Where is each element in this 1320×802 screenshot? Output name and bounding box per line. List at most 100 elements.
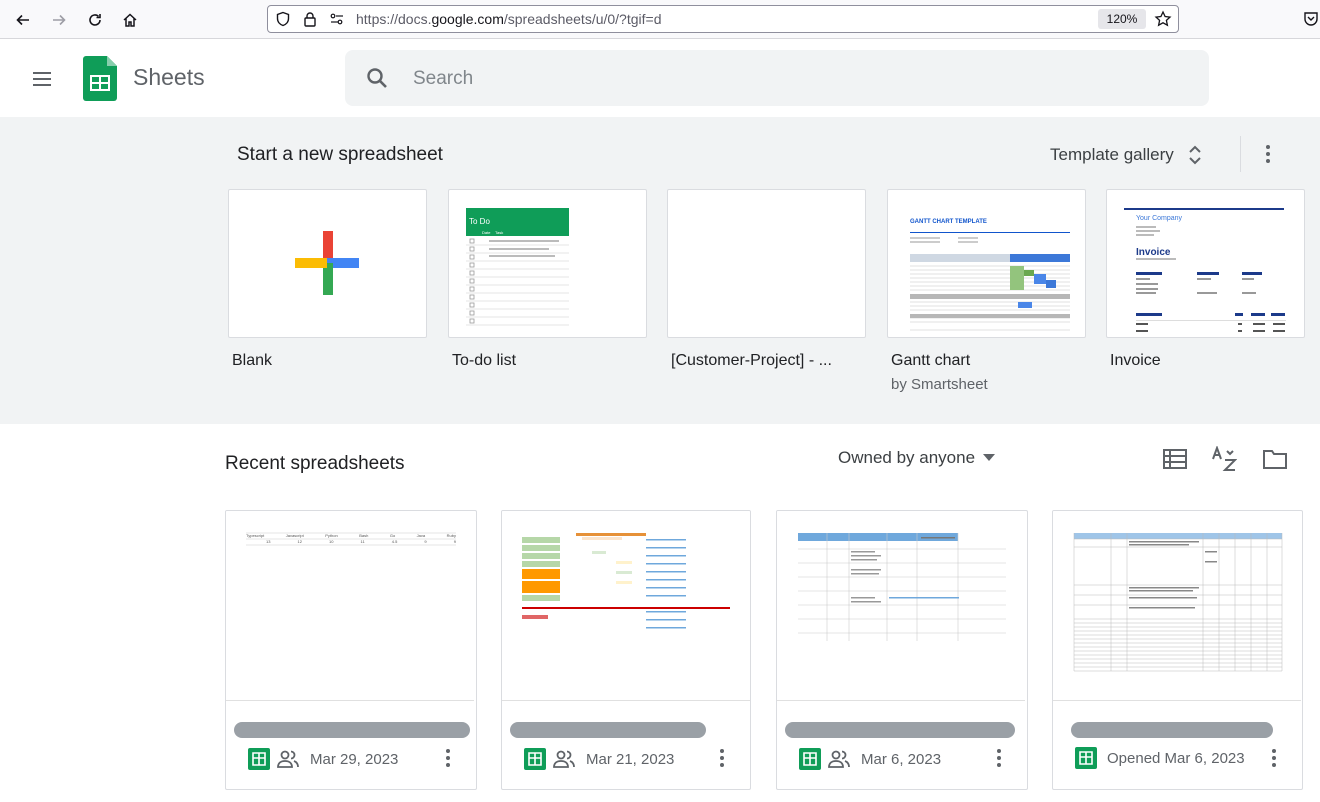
todo-thumbnail-image	[466, 208, 569, 336]
template-gallery-button[interactable]: Template gallery	[1050, 143, 1204, 167]
todo-thumb-title: To Do	[469, 217, 490, 226]
more-vert-icon[interactable]	[987, 746, 1011, 770]
template-card-todo[interactable]: To Do Date Task To-do list	[448, 189, 647, 370]
invoice-thumb-company: Your Company	[1136, 215, 1183, 222]
address-bar[interactable]: https://docs.google.com/spreadsheets/u/0…	[267, 5, 1179, 33]
doc-title-redacted	[1071, 722, 1273, 738]
template-thumbnail[interactable]: To Do Date Task	[448, 189, 647, 338]
bookmark-star-icon[interactable]	[1154, 10, 1172, 28]
doc-card[interactable]: Opened Mar 6, 2023	[1052, 510, 1303, 790]
shared-people-icon	[277, 750, 299, 768]
doc-thumbnail[interactable]	[502, 511, 750, 701]
owner-filter-dropdown[interactable]: Owned by anyone	[838, 448, 996, 468]
main-menu-icon[interactable]	[30, 67, 54, 91]
doc-date: Mar 29, 2023	[310, 750, 399, 768]
doc-thumbnail[interactable]	[777, 511, 1025, 701]
template-thumbnail[interactable]: GANTT CHART TEMPLATE	[887, 189, 1086, 338]
gantt-thumb-title: GANTT CHART TEMPLATE	[910, 219, 987, 225]
template-name: To-do list	[452, 352, 517, 369]
search-icon[interactable]	[365, 66, 389, 90]
reload-button[interactable]	[83, 8, 107, 32]
template-name: [Customer-Project] - ...	[671, 352, 832, 369]
template-name: Invoice	[1110, 352, 1161, 369]
doc-date: Mar 21, 2023	[586, 750, 675, 768]
doc-card[interactable]: Typescript Javascript Python Bash Go Java Ruby…	[225, 510, 477, 790]
gantt-thumbnail-image	[910, 232, 1070, 331]
reload-icon	[89, 14, 101, 26]
template-section-title: Start a new spreadsheet	[237, 144, 443, 165]
template-thumbnail[interactable]	[667, 189, 866, 338]
sheets-file-icon	[524, 748, 546, 770]
sheets-logo-icon[interactable]	[83, 56, 117, 101]
arrow-right-icon	[53, 14, 66, 26]
invoice-thumbnail-image	[1124, 208, 1286, 332]
template-thumbnail[interactable]	[228, 189, 427, 338]
list-view-icon[interactable]	[1162, 446, 1188, 472]
toolbar-divider	[1240, 136, 1241, 172]
doc-title-redacted	[785, 722, 1015, 738]
sheets-file-icon	[799, 748, 821, 770]
plus-icon	[295, 231, 359, 295]
template-section: Start a new spreadsheet Template gallery…	[0, 117, 1320, 424]
home-icon	[123, 13, 137, 27]
template-card-customer-project[interactable]: [Customer-Project] - ...	[667, 189, 866, 370]
doc-thumbnail[interactable]	[1053, 511, 1301, 701]
todo-thumb-date-col: Date	[482, 230, 491, 235]
more-vert-icon[interactable]	[436, 746, 460, 770]
more-vert-icon[interactable]	[1262, 746, 1286, 770]
doc-thumbnail-grid	[798, 533, 1006, 641]
shared-people-icon	[553, 750, 575, 768]
caret-down-icon	[983, 454, 996, 461]
invoice-thumb-title: Invoice	[1136, 247, 1171, 258]
back-button[interactable]	[11, 8, 35, 32]
more-vert-icon[interactable]	[1256, 142, 1280, 166]
doc1-thumb-value-row: 13 12 10 11 4.5 9 9	[266, 539, 456, 544]
doc-card[interactable]: Mar 6, 2023	[776, 510, 1028, 790]
template-author: by Smartsheet	[891, 376, 988, 393]
doc-date: Opened Mar 6, 2023	[1107, 749, 1245, 767]
doc-title-redacted	[234, 722, 470, 738]
doc-title-redacted	[510, 722, 706, 738]
template-card-blank[interactable]: Blank	[228, 189, 427, 370]
search-input[interactable]	[411, 64, 1175, 94]
template-card-invoice[interactable]: Your Company Invoice Invoice	[1106, 189, 1305, 370]
doc-meta: Mar 29, 2023	[248, 747, 398, 771]
app-header: Sheets	[0, 39, 1320, 117]
lock-icon[interactable]	[302, 11, 318, 27]
doc-meta: Mar 21, 2023	[524, 747, 674, 771]
arrow-left-icon	[16, 14, 29, 26]
app-title[interactable]: Sheets	[133, 64, 205, 91]
template-name: Blank	[232, 352, 273, 369]
shield-icon[interactable]	[275, 11, 291, 27]
doc-thumbnail-grid	[522, 533, 730, 629]
sort-az-icon[interactable]	[1211, 446, 1237, 472]
home-button[interactable]	[118, 8, 142, 32]
recent-section: Recent spreadsheets Owned by anyone Type…	[0, 424, 1320, 802]
search-box[interactable]	[345, 50, 1209, 106]
doc-thumbnail-grid	[1073, 533, 1283, 672]
template-card-gantt[interactable]: GANTT CHART TEMPLATE Gantt chart by Smar…	[887, 189, 1086, 393]
template-name: Gantt chart	[891, 352, 971, 369]
recent-section-title: Recent spreadsheets	[225, 453, 405, 474]
forward-button[interactable]	[47, 8, 71, 32]
permissions-icon[interactable]	[329, 11, 345, 27]
shared-people-icon	[828, 750, 850, 768]
folder-icon[interactable]	[1262, 446, 1288, 472]
doc-card[interactable]: Mar 21, 2023	[501, 510, 751, 790]
todo-thumb-task-col: Task	[495, 230, 504, 235]
browser-toolbar: https://docs.google.com/spreadsheets/u/0…	[0, 0, 1320, 39]
owner-filter-label: Owned by anyone	[838, 448, 976, 467]
sheets-file-icon	[1075, 747, 1097, 769]
pocket-icon[interactable]	[1302, 10, 1320, 28]
template-gallery-label: Template gallery	[1050, 145, 1174, 164]
sheets-file-icon	[248, 748, 270, 770]
zoom-level-badge[interactable]: 120%	[1098, 9, 1146, 29]
doc-date: Mar 6, 2023	[861, 750, 942, 768]
doc1-thumb-header-row: Typescript Javascript Python Bash Go Java Ruby	[246, 533, 456, 538]
url-text[interactable]: https://docs.google.com/spreadsheets/u/0…	[356, 11, 661, 27]
doc-thumbnail[interactable]: Typescript Javascript Python Bash Go Java Ruby…	[226, 511, 474, 701]
template-thumbnail[interactable]: Your Company Invoice	[1106, 189, 1305, 338]
more-vert-icon[interactable]	[710, 746, 734, 770]
doc-meta: Mar 6, 2023	[799, 747, 941, 771]
unfold-icon	[1189, 145, 1201, 165]
